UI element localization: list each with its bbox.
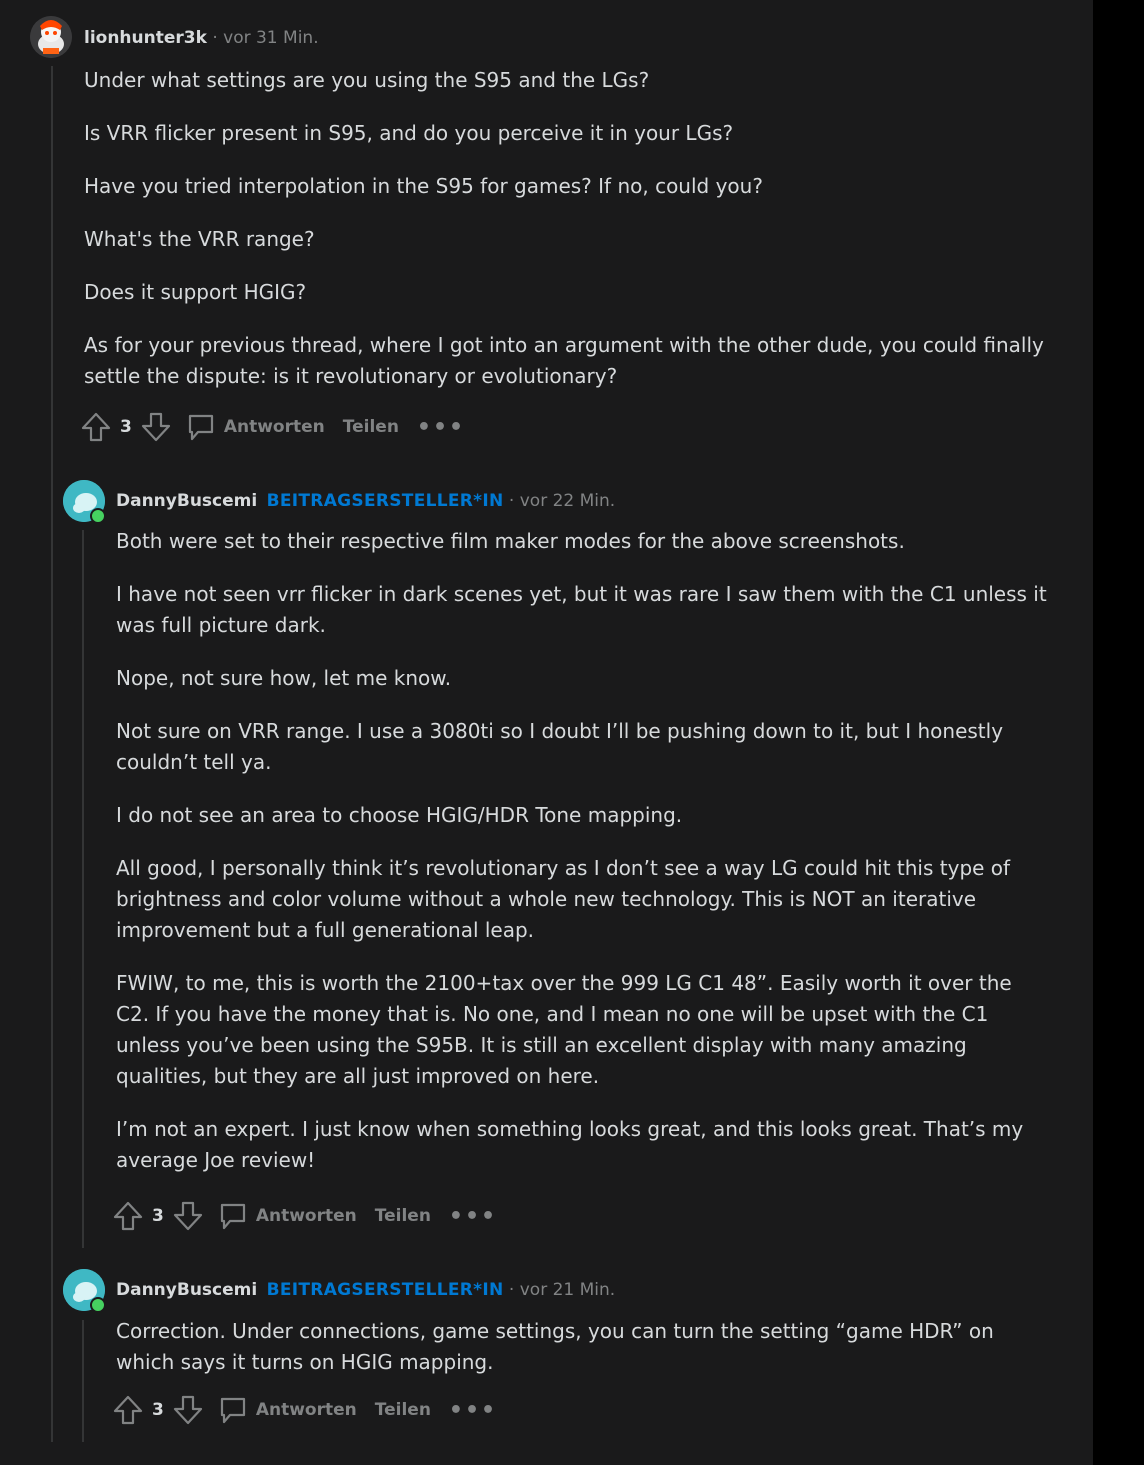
speech-bubble-icon (188, 414, 213, 441)
thread-line-root[interactable] (51, 66, 53, 1442)
ellipsis-icon[interactable]: ••• (449, 1398, 497, 1423)
comment-paragraph: Both were set to their respective film m… (116, 529, 905, 553)
vote-score: 3 (120, 417, 132, 437)
reply-button[interactable]: Antworten (218, 1395, 375, 1425)
comment-header: DannyBuscemi BEITRAGSERSTELLER*IN · vor … (116, 1280, 615, 1300)
comment-body: Correction. Under connections, game sett… (116, 1316, 1056, 1400)
comment-paragraph: I’m not an expert. I just know when some… (116, 1117, 1024, 1172)
reply-button[interactable]: Antworten (186, 412, 343, 442)
share-button[interactable]: Teilen (375, 1206, 431, 1226)
arrow-up-icon[interactable] (112, 1394, 144, 1426)
op-badge: BEITRAGSERSTELLER*IN (266, 491, 504, 511)
comment-actions: 3 Antworten Teilen ••• (112, 1393, 497, 1427)
comment-paragraph: Correction. Under connections, game sett… (116, 1319, 994, 1374)
reply-label: Antworten (255, 1206, 357, 1226)
username[interactable]: DannyBuscemi (116, 491, 257, 511)
share-button[interactable]: Teilen (343, 417, 399, 437)
online-indicator (90, 508, 106, 524)
comment-actions: 3 Antworten Teilen ••• (112, 1199, 497, 1233)
snoo-avatar-icon (30, 16, 72, 58)
timestamp[interactable]: · vor 22 Min. (509, 491, 615, 511)
arrow-down-icon[interactable] (172, 1394, 204, 1426)
comment-paragraph: Not sure on VRR range. I use a 3080ti so… (116, 719, 1004, 774)
comment-paragraph: Nope, not sure how, let me know. (116, 666, 452, 690)
page-gutter (1093, 0, 1144, 1465)
comment-paragraph: Have you tried interpolation in the S95 … (84, 174, 763, 198)
comment-body: Both were set to their respective film m… (116, 526, 1051, 1198)
comment-paragraph: All good, I personally think it’s revolu… (116, 856, 1011, 942)
arrow-down-icon[interactable] (172, 1200, 204, 1232)
vote-score: 3 (152, 1400, 164, 1420)
speech-bubble-icon (220, 1203, 245, 1230)
username[interactable]: DannyBuscemi (116, 1280, 257, 1300)
comment-paragraph: What's the VRR range? (84, 227, 315, 251)
arrow-up-icon[interactable] (80, 411, 112, 443)
ellipsis-icon[interactable]: ••• (449, 1204, 497, 1229)
comment-paragraph: Under what settings are you using the S9… (84, 68, 650, 92)
vote-score: 3 (152, 1206, 164, 1226)
avatar[interactable] (30, 16, 72, 58)
share-button[interactable]: Teilen (375, 1400, 431, 1420)
comment-body: Under what settings are you using the S9… (84, 65, 1044, 414)
arrow-up-icon[interactable] (112, 1200, 144, 1232)
thread-line-reply-1[interactable] (82, 530, 84, 1248)
ellipsis-icon[interactable]: ••• (417, 415, 465, 440)
comment-paragraph: Does it support HGIG? (84, 280, 307, 304)
comment-paragraph: Is VRR flicker present in S95, and do yo… (84, 121, 734, 145)
timestamp[interactable]: · vor 21 Min. (509, 1280, 615, 1300)
reply-label: Antworten (223, 417, 325, 437)
speech-bubble-icon (220, 1397, 245, 1424)
username[interactable]: lionhunter3k (84, 28, 207, 48)
thread-line-reply-2[interactable] (82, 1320, 84, 1442)
online-indicator (90, 1297, 106, 1313)
reply-button[interactable]: Antworten (218, 1201, 375, 1231)
comment-paragraph: I do not see an area to choose HGIG/HDR … (116, 803, 683, 827)
comment-paragraph: As for your previous thread, where I got… (84, 333, 1044, 388)
comment-header: DannyBuscemi BEITRAGSERSTELLER*IN · vor … (116, 491, 615, 511)
op-badge: BEITRAGSERSTELLER*IN (266, 1280, 504, 1300)
comment-paragraph: FWIW, to me, this is worth the 2100+tax … (116, 971, 1012, 1088)
arrow-down-icon[interactable] (140, 411, 172, 443)
comment-paragraph: I have not seen vrr flicker in dark scen… (116, 582, 1047, 637)
comment-thread-panel: lionhunter3k · vor 31 Min. Under what se… (0, 0, 1093, 1465)
comment-header: lionhunter3k · vor 31 Min. (84, 28, 319, 48)
reply-label: Antworten (255, 1400, 357, 1420)
timestamp[interactable]: · vor 31 Min. (212, 28, 318, 48)
comment-actions: 3 Antworten Teilen ••• (80, 410, 465, 444)
